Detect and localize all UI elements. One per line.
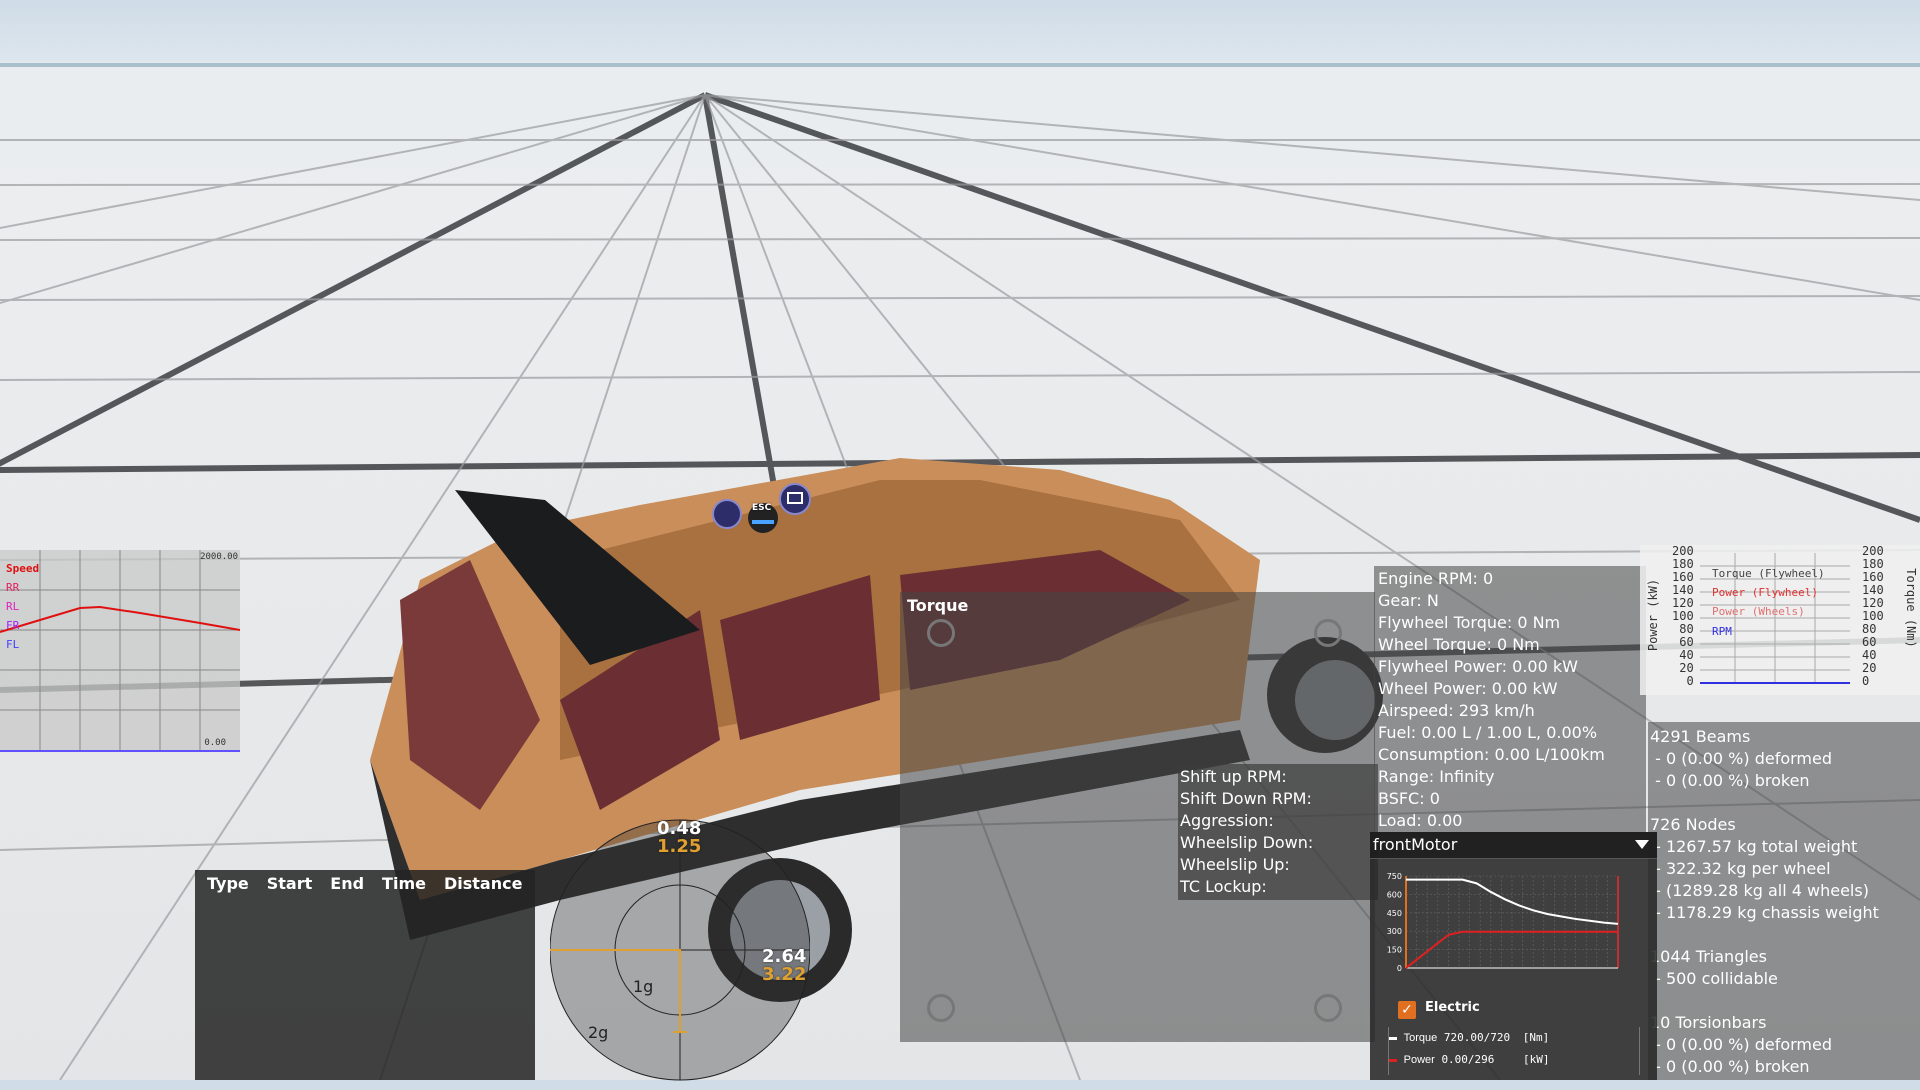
legend-power-unit: [kW] [1523, 1053, 1550, 1066]
beam-stat-line: - 1267.57 kg total weight [1650, 837, 1858, 856]
bsfc: BSFC: 0 [1378, 789, 1440, 808]
y-tick-label: 300 [1387, 927, 1402, 936]
torque-axis-title: Torque (Nm) [1904, 568, 1918, 648]
y-tick-label: 750 [1387, 872, 1402, 881]
engine-info-panel: Engine RPM: 0 Gear: N Flywheel Torque: 0… [1374, 566, 1646, 836]
beam-stat-line: 4291 Beams [1650, 727, 1751, 746]
legend-rpm: RPM [1712, 625, 1732, 638]
airspeed: Airspeed: 293 km/h [1378, 701, 1535, 720]
legend-power-value: 0.00/296 [1441, 1053, 1495, 1066]
y-tick-label: 600 [1387, 890, 1402, 899]
torque-axis-ticks: 200 180 160 140 120 100 80 60 40 20 0 [1862, 545, 1884, 688]
y-tick-label: 150 [1387, 946, 1402, 955]
speed-graph-grid [0, 550, 240, 750]
speed-min-label: 0.00 [204, 738, 226, 748]
range: Range: Infinity [1378, 767, 1495, 786]
legend-power-flywheel: Power (Flywheel) [1712, 586, 1818, 599]
gear: Gear: N [1378, 591, 1439, 610]
beam-stats-list: 4291 Beams - 0 (0.00 %) deformed - 0 (0.… [1648, 722, 1920, 1082]
power-axis-title: Power (kW) [1646, 578, 1660, 652]
legend-power-label: Power [1403, 1054, 1435, 1066]
power-torque-graph: Power (kW) Torque (Nm) 200 180 160 140 120 10… [1640, 545, 1920, 695]
speed-max-label: 2000.00 [200, 552, 238, 562]
beam-stats-panel: 4291 Beams - 0 (0.00 %) deformed - 0 (0.… [1648, 722, 1920, 1080]
beam-stat-line: - 500 collidable [1650, 969, 1778, 988]
wheelslip-down: Wheelslip Down: [1180, 833, 1314, 852]
motor-curve-chart: 750 600 450 300 150 0 [1387, 872, 1619, 973]
beam-stat-line: - 0 (0.00 %) deformed [1650, 1035, 1832, 1054]
rr-label: RR [6, 581, 20, 594]
shift-up-rpm: Shift up RPM: [1180, 767, 1287, 786]
wheel-icon-rl [927, 994, 955, 1022]
legend-torque-unit: [Nm] [1522, 1031, 1550, 1044]
col-type: Type [207, 874, 249, 893]
flywheel-torque: Flywheel Torque: 0 Nm [1378, 613, 1561, 632]
chevron-down-icon [1635, 840, 1649, 849]
speed-label: Speed [6, 562, 40, 575]
col-time: Time [382, 874, 426, 893]
tc-lockup: TC Lockup: [1180, 877, 1267, 896]
g-ring-1g: 1g [633, 977, 654, 996]
motor-dropdown-value: frontMotor [1373, 835, 1458, 854]
timing-table-header: Type Start End Time Distance [195, 870, 535, 897]
motor-legend: Torque 720.00/720 [Nm] Power 0.00/296 [k… [1388, 1027, 1640, 1075]
beam-stat-line [1650, 990, 1918, 1012]
fr-label: FR [6, 619, 20, 632]
shift-down-rpm: Shift Down RPM: [1180, 789, 1312, 808]
legend-power-wheels: Power (Wheels) [1712, 605, 1805, 618]
beam-stat-line [1650, 924, 1918, 946]
legend-torque-label: Torque [1403, 1032, 1438, 1044]
beam-stat-line: 10 Torsionbars [1650, 1013, 1767, 1032]
fuel: Fuel: 0.00 L / 1.00 L, 0.00% [1378, 723, 1598, 742]
beam-stat-line: - 322.32 kg per wheel [1650, 859, 1831, 878]
timing-table: Type Start End Time Distance [195, 870, 535, 1080]
legend-torque-flywheel: Torque (Flywheel) [1712, 567, 1825, 580]
g-top-orange: 1.25 [657, 836, 702, 857]
col-end: End [330, 874, 365, 893]
legend-torque-row: Torque 720.00/720 [Nm] [1389, 1031, 1549, 1044]
wheel-torque: Wheel Torque: 0 Nm [1378, 635, 1540, 654]
load: Load: 0.00 [1378, 811, 1463, 830]
power-axis-ticks: 200 180 160 140 120 100 80 60 40 20 0 [1672, 545, 1694, 688]
motor-panel: frontMotor 750 600 450 300 150 0 ✓ Electric T… [1370, 832, 1657, 1080]
rl-label: RL [6, 600, 20, 613]
beam-stat-line: 1044 Triangles [1650, 947, 1767, 966]
beam-stat-line [1650, 792, 1918, 814]
electric-label: Electric [1425, 1000, 1480, 1015]
legend-torque-value: 720.00/720 [1443, 1031, 1511, 1044]
motor-dropdown[interactable]: frontMotor [1370, 832, 1657, 859]
y-tick-label: 450 [1387, 909, 1402, 918]
axis-tick-label: 0 [1862, 674, 1870, 688]
legend-power-row: Power 0.00/296 [kW] [1389, 1053, 1550, 1066]
col-start: Start [266, 874, 313, 893]
y-tick-label: 0 [1397, 964, 1402, 973]
engine-rpm: Engine RPM: 0 [1378, 569, 1494, 588]
beam-stat-line: - 0 (0.00 %) broken [1650, 1057, 1810, 1076]
torque-panel-title: Torque [907, 596, 969, 615]
wheel-icon-fl [927, 619, 955, 647]
consumption: Consumption: 0.00 L/100km [1378, 745, 1605, 764]
beam-stat-line: - 0 (0.00 %) deformed [1650, 749, 1832, 768]
speed-graph: Speed RR RL FR FL 2000.00 0.00 [0, 550, 240, 752]
wheelslip-up: Wheelslip Up: [1180, 855, 1290, 874]
electric-checkbox[interactable]: ✓ [1398, 1001, 1416, 1019]
g-ring-2g: 2g [588, 1023, 609, 1042]
beam-stat-line: - (1289.28 kg all 4 wheels) [1650, 881, 1869, 900]
aggression: Aggression: [1180, 811, 1274, 830]
fl-label: FL [6, 638, 20, 651]
beam-stat-line: - 1178.29 kg chassis weight [1650, 903, 1879, 922]
axis-tick-label: 0 [1686, 674, 1694, 688]
beam-stat-line: 726 Nodes [1650, 815, 1736, 834]
wheel-power: Wheel Power: 0.00 kW [1378, 679, 1558, 698]
g-right-orange: 3.22 [762, 964, 807, 985]
wheel-icon-rr [1314, 994, 1342, 1022]
wheel-icon-fr [1314, 619, 1342, 647]
col-distance: Distance [443, 874, 523, 893]
shift-panel: Shift up RPM: Shift Down RPM: Aggression… [1178, 764, 1378, 900]
beam-stat-line: - 0 (0.00 %) broken [1650, 771, 1810, 790]
flywheel-power: Flywheel Power: 0.00 kW [1378, 657, 1578, 676]
esc-icon: ESC [752, 503, 772, 513]
